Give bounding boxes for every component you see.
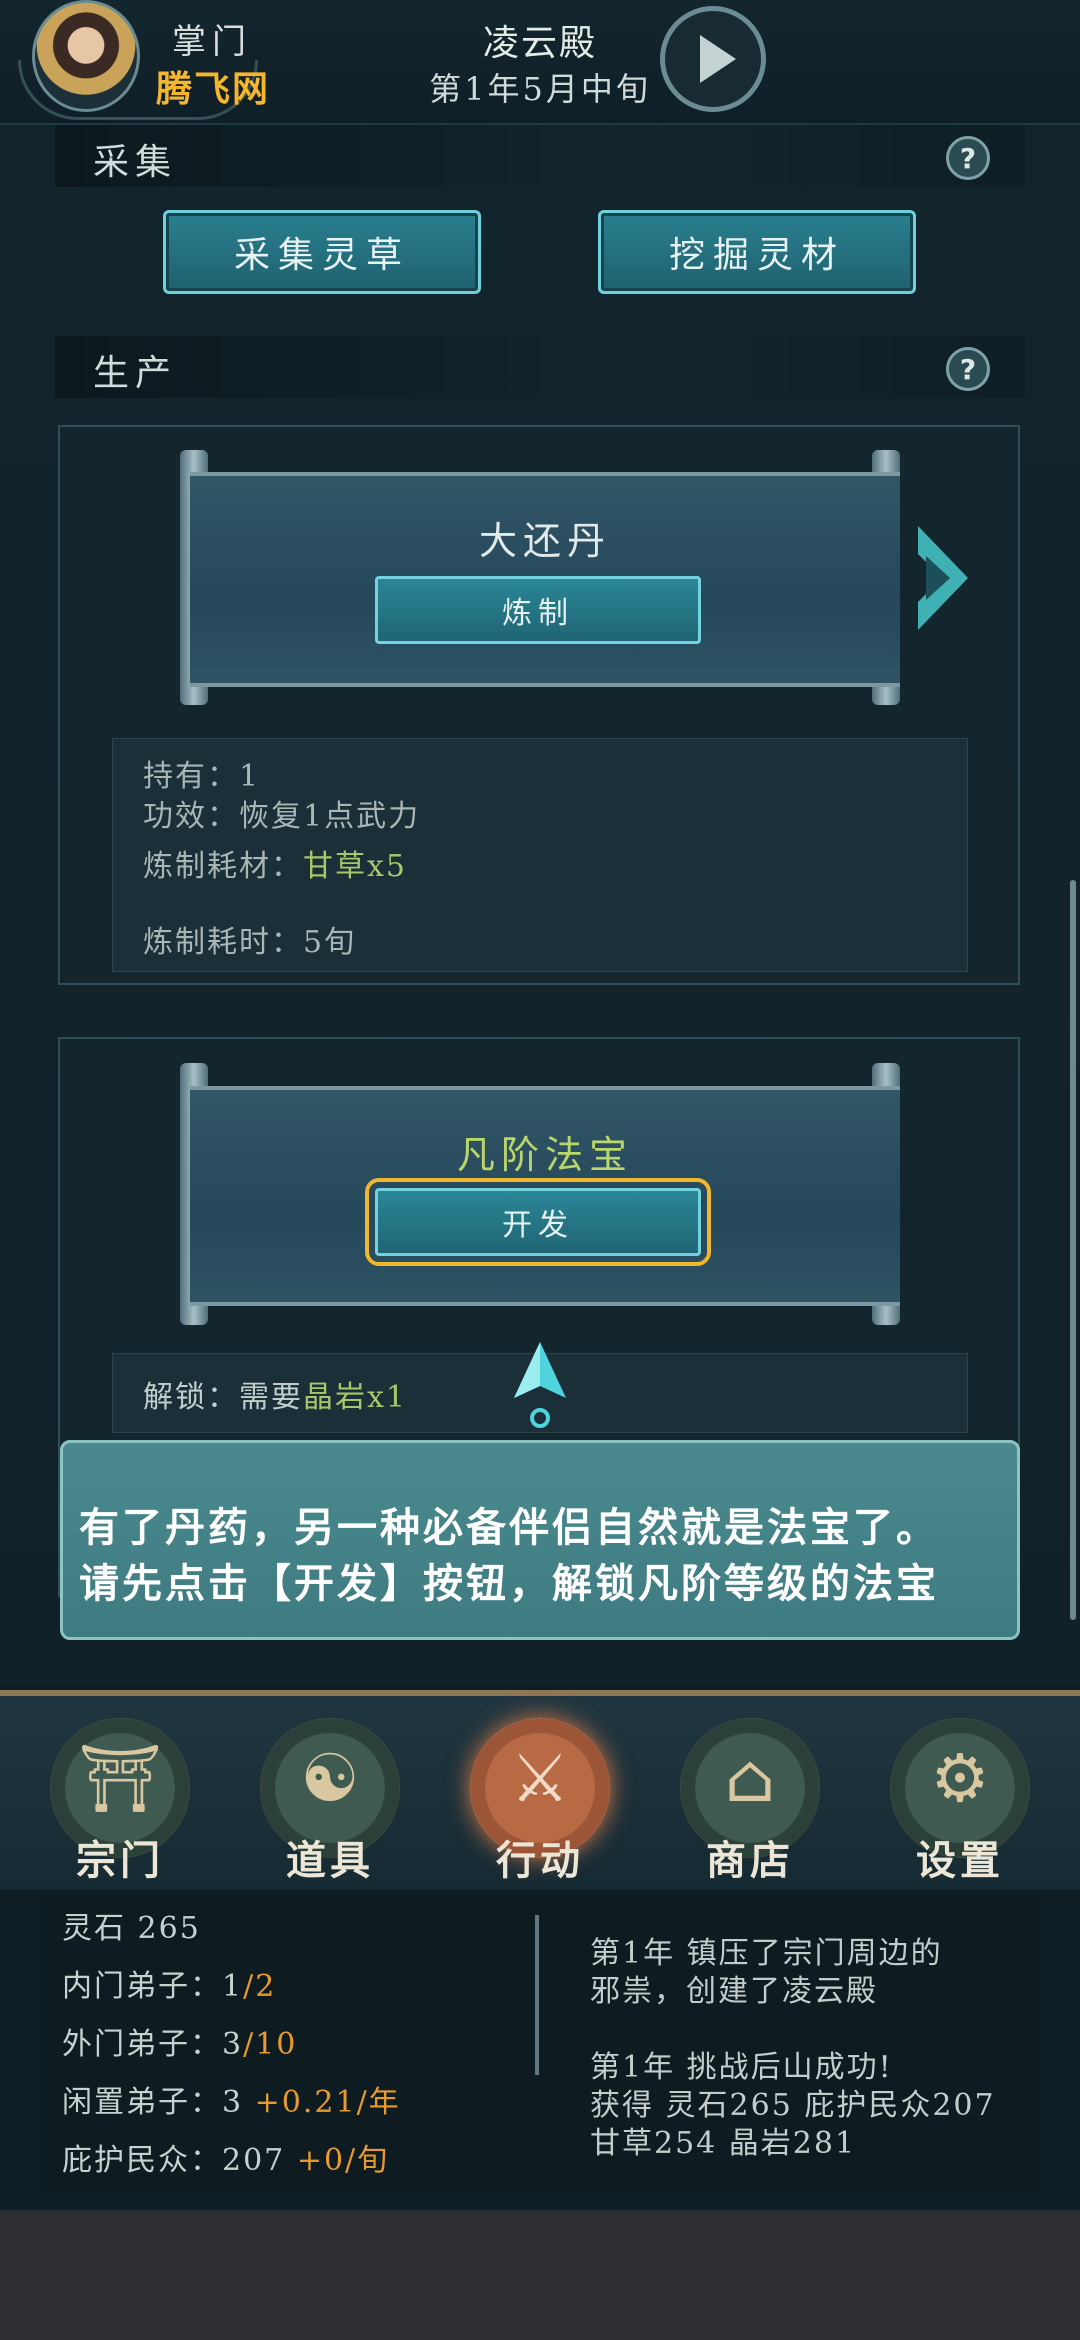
play-icon [700, 35, 736, 83]
recipe-name: 大还丹 [478, 519, 611, 563]
nav-settings[interactable]: ⚙ 设置 [885, 1718, 1035, 1888]
idle-disciples: 闲置弟子：3 +0.21/年 [62, 2077, 401, 2121]
outer-disciples: 外门弟子：3/10 [62, 2019, 297, 2063]
inner-disciples: 内门弟子：1/2 [62, 1961, 276, 2005]
idle-label: 闲置弟子： [62, 2085, 222, 2120]
nav-items-label: 道具 [286, 1837, 374, 1884]
stats-divider [535, 1915, 539, 2075]
sword-icon: ⚔ [510, 1740, 570, 1817]
log-line-5: 甘草254 晶岩281 [590, 2126, 857, 2161]
tutorial-dialog[interactable]: 有了丹药，另一种必备伴侣自然就是法宝了。 请先点击【开发】按钮，解锁凡阶等级的法… [60, 1440, 1020, 1640]
nav-sect-label: 宗门 [76, 1837, 164, 1884]
outer-count: 3 [222, 2027, 244, 2062]
gather-title: 采集 [93, 142, 178, 183]
spirit-stone: 灵石 265 [62, 1911, 201, 1946]
idle-rate: +0.21/年 [254, 2085, 401, 2120]
production-section-header: 生产 ? [55, 336, 1025, 398]
recipe-scroll-artifact: 凡阶法宝 开发 [190, 1086, 900, 1306]
bottom-nav: ⛩ 宗门 ☯ 道具 ⚔ 行动 ⌂ 商店 ⚙ 设置 [0, 1690, 1080, 1890]
material-label: 炼制耗材： [143, 849, 303, 884]
log-line-2: 邪祟，创建了凌云殿 [590, 1974, 878, 2009]
tutorial-line-2: 请先点击【开发】按钮，解锁凡阶等级的法宝 [79, 1560, 939, 1607]
recipe-info-box: 持有：1 功效：恢复1点武力 炼制耗材：甘草x5 炼制耗时：5旬 [112, 738, 968, 972]
nav-action-label: 行动 [496, 1837, 584, 1884]
gather-help-icon[interactable]: ? [946, 136, 990, 180]
production-title: 生产 [93, 353, 178, 394]
next-recipe-arrow-icon[interactable] [912, 518, 972, 638]
game-date: 第1年5月中旬 [429, 70, 651, 108]
artifact-name: 凡阶法宝 [456, 1133, 633, 1177]
production-help-icon[interactable]: ? [946, 347, 990, 391]
outer-max: /10 [243, 2027, 298, 2062]
nav-shop[interactable]: ⌂ 商店 [675, 1718, 825, 1888]
unlock-item: 晶岩 [303, 1380, 367, 1415]
inner-count: 1 [222, 1969, 244, 2004]
shop-icon: ⌂ [724, 1740, 776, 1817]
dig-material-button[interactable]: 挖掘灵材 [598, 210, 916, 294]
gather-herb-button[interactable]: 采集灵草 [163, 210, 481, 294]
people-label: 庇护民众： [62, 2143, 222, 2178]
refine-button[interactable]: 炼制 [375, 576, 701, 644]
gather-section-header: 采集 ? [55, 125, 1025, 187]
develop-button[interactable]: 开发 [365, 1178, 711, 1266]
nav-items[interactable]: ☯ 道具 [255, 1718, 405, 1888]
idle-count: 3 [222, 2085, 244, 2120]
refine-time: 炼制耗时：5旬 [143, 925, 357, 960]
recipe-scroll-pill: 大还丹 炼制 [190, 472, 900, 687]
inner-max: /2 [243, 1969, 277, 2004]
material-value: 甘草x5 [303, 849, 408, 884]
bag-icon: ☯ [300, 1740, 360, 1817]
recipe-effect: 功效：恢复1点武力 [143, 799, 421, 834]
sect-name: 凌云殿 [482, 23, 597, 64]
nav-settings-label: 设置 [916, 1837, 1004, 1884]
play-button[interactable] [660, 6, 766, 112]
people-count: 207 [222, 2143, 286, 2178]
gear-icon: ⚙ [930, 1740, 990, 1817]
nav-sect[interactable]: ⛩ 宗门 [45, 1718, 195, 1888]
unlock-label: 解锁：需要 [143, 1380, 303, 1415]
held-count: 持有：1 [143, 759, 261, 794]
people-rate: +0/旬 [296, 2143, 390, 2178]
gate-icon: ⛩ [78, 1740, 162, 1817]
content-scrollbar[interactable] [1070, 880, 1076, 1620]
tutorial-pointer-icon [514, 1342, 566, 1428]
nav-shop-label: 商店 [706, 1837, 794, 1884]
unlock-count: x1 [367, 1380, 408, 1415]
unlock-requirement: 解锁：需要晶岩x1 [143, 1372, 407, 1416]
sheltered-people: 庇护民众：207 +0/旬 [62, 2135, 389, 2179]
system-nav-area [0, 2210, 1080, 2340]
outer-label: 外门弟子： [62, 2027, 222, 2062]
inner-label: 内门弟子： [62, 1969, 222, 2004]
nav-action[interactable]: ⚔ 行动 [465, 1718, 615, 1888]
tutorial-line-1: 有了丹药，另一种必备伴侣自然就是法宝了。 [79, 1504, 939, 1551]
material-cost: 炼制耗材：甘草x5 [143, 841, 407, 885]
